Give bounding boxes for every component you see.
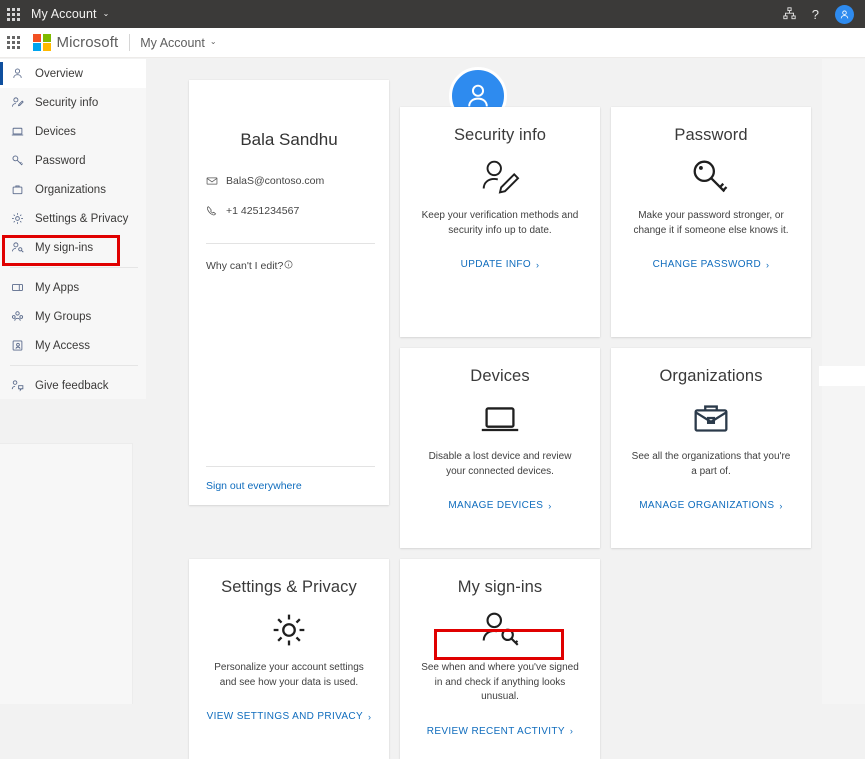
signout-divider <box>206 466 375 467</box>
microsoft-logo-icon <box>33 34 51 52</box>
link-label: MANAGE ORGANIZATIONS <box>639 500 774 511</box>
card-title: My sign-ins <box>414 578 586 597</box>
chevron-down-icon: ⌄ <box>210 37 217 46</box>
profile-name: Bala Sandhu <box>189 130 389 150</box>
view-settings-privacy-link[interactable]: VIEW SETTINGS AND PRIVACY › <box>207 711 372 722</box>
profile-email: BalaS@contoso.com <box>226 175 324 187</box>
chevron-right-icon: › <box>536 260 539 270</box>
briefcase-icon <box>625 388 797 450</box>
sign-out-everywhere-link[interactable]: Sign out everywhere <box>206 480 302 492</box>
chevron-right-icon: › <box>548 501 551 511</box>
card-description: Disable a lost device and review your co… <box>414 450 586 479</box>
card-title: Organizations <box>625 367 797 386</box>
settings-privacy-card[interactable]: Settings & Privacy Personalize your acco… <box>189 559 389 759</box>
chevron-right-icon: › <box>570 726 573 736</box>
top-bar-actions: ? <box>783 5 865 24</box>
top-bar-title-label: My Account <box>31 7 97 21</box>
review-recent-activity-link[interactable]: REVIEW RECENT ACTIVITY › <box>427 726 573 737</box>
link-label: UPDATE INFO <box>461 259 531 270</box>
manage-devices-link[interactable]: MANAGE DEVICES › <box>448 500 551 511</box>
why-cant-i-edit[interactable]: Why can't I edit? <box>189 260 293 272</box>
organizations-card[interactable]: Organizations See all the organizations … <box>611 348 811 548</box>
laptop-icon <box>414 388 586 450</box>
app-launcher-icon <box>7 8 20 21</box>
microsoft-suite-header: Microsoft My Account ⌄ <box>0 28 865 58</box>
phone-icon <box>206 205 218 217</box>
my-signins-card[interactable]: My sign-ins See when and where you've si… <box>400 559 600 759</box>
chevron-right-icon: › <box>766 260 769 270</box>
card-description: Make your password stronger, or change i… <box>625 209 797 238</box>
app-name-label: My Account <box>140 36 205 50</box>
profile-divider <box>206 243 375 244</box>
key-icon <box>625 147 797 209</box>
org-hierarchy-icon[interactable] <box>783 7 796 22</box>
card-description: See all the organizations that you're a … <box>625 450 797 479</box>
password-card[interactable]: Password Make your password stronger, or… <box>611 107 811 337</box>
app-launcher-icon <box>7 36 20 49</box>
devices-card[interactable]: Devices Disable a lost device and review… <box>400 348 600 548</box>
gear-icon <box>203 599 375 661</box>
card-title: Devices <box>414 367 586 386</box>
profile-card: Bala Sandhu BalaS@contoso.com +1 4251234… <box>189 80 389 505</box>
security-info-card[interactable]: Security info Keep your verification met… <box>400 107 600 337</box>
link-label: REVIEW RECENT ACTIVITY <box>427 726 565 737</box>
card-description: See when and where you've signed in and … <box>414 661 586 705</box>
change-password-link[interactable]: CHANGE PASSWORD › <box>653 259 770 270</box>
card-title: Security info <box>414 126 586 145</box>
link-label: MANAGE DEVICES <box>448 500 543 511</box>
manage-organizations-link[interactable]: MANAGE ORGANIZATIONS › <box>639 500 783 511</box>
main-content: Bala Sandhu BalaS@contoso.com +1 4251234… <box>0 59 865 704</box>
card-title: Password <box>625 126 797 145</box>
profile-phone-row: +1 4251234567 <box>189 205 389 217</box>
top-app-bar: My Account ⌄ ? <box>0 0 865 28</box>
help-icon[interactable]: ? <box>812 8 819 21</box>
app-launcher-button[interactable] <box>0 8 26 21</box>
profile-phone: +1 4251234567 <box>226 205 299 217</box>
why-cant-i-edit-label: Why can't I edit? <box>206 260 283 272</box>
top-bar-title[interactable]: My Account ⌄ <box>31 7 109 21</box>
chevron-right-icon: › <box>368 712 371 722</box>
link-label: CHANGE PASSWORD <box>653 259 761 270</box>
update-info-link[interactable]: UPDATE INFO › <box>461 259 540 270</box>
header-divider <box>129 34 130 51</box>
microsoft-brand-label: Microsoft <box>57 34 119 51</box>
chevron-right-icon: › <box>779 501 782 511</box>
app-name-selector[interactable]: My Account ⌄ <box>140 36 216 50</box>
envelope-icon <box>206 175 218 187</box>
chevron-down-icon: ⌄ <box>103 9 110 18</box>
microsoft-logo[interactable]: Microsoft <box>33 34 118 52</box>
info-circle-icon <box>284 260 293 272</box>
card-description: Keep your verification methods and secur… <box>414 209 586 238</box>
person-key-icon <box>414 599 586 661</box>
person-edit-icon <box>414 147 586 209</box>
profile-email-row: BalaS@contoso.com <box>189 175 389 187</box>
link-label: VIEW SETTINGS AND PRIVACY <box>207 711 363 722</box>
avatar[interactable] <box>835 5 854 24</box>
card-title: Settings & Privacy <box>203 578 375 597</box>
suite-app-launcher-button[interactable] <box>0 36 27 49</box>
card-description: Personalize your account settings and se… <box>203 661 375 690</box>
